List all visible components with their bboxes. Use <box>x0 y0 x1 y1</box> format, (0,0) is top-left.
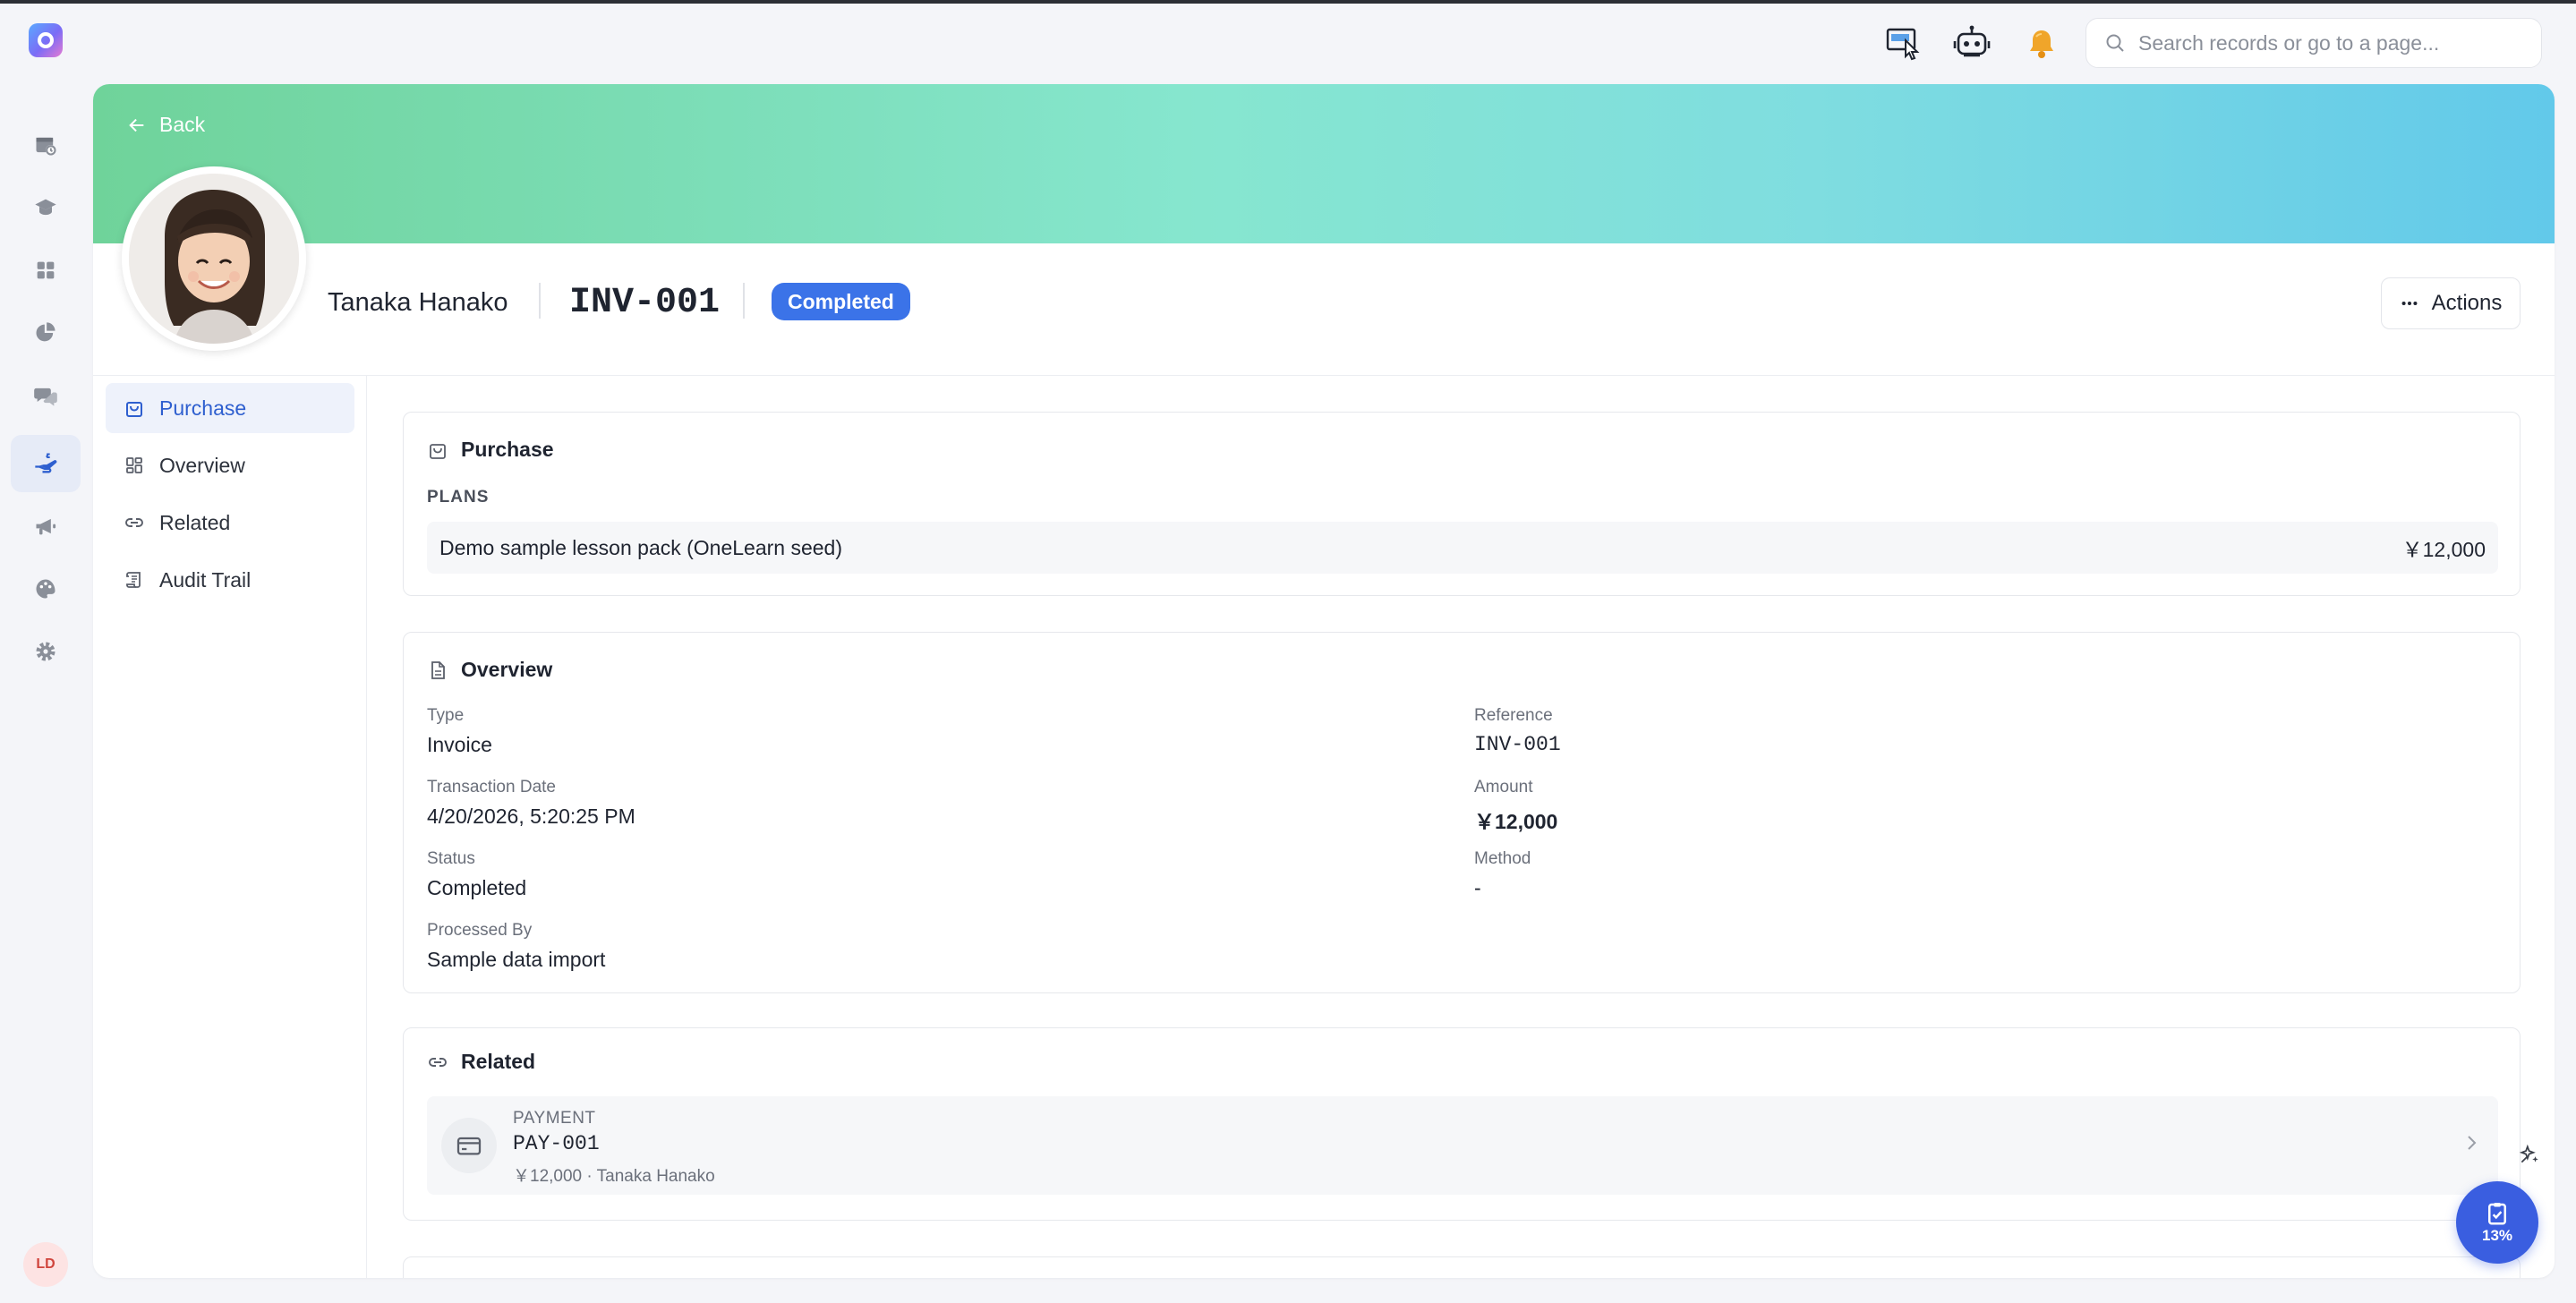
rail-settings[interactable] <box>11 623 81 680</box>
nav-item-overview[interactable]: Overview <box>106 440 354 490</box>
ai-sparkle-button[interactable] <box>2512 1137 2547 1172</box>
grid-icon <box>126 457 142 473</box>
field-processed-by: Processed By Sample data import <box>427 921 606 971</box>
field-reference: Reference INV-001 <box>1474 706 1561 756</box>
bag-icon <box>126 402 142 417</box>
field-amount: Amount ￥12,000 <box>1474 778 1558 833</box>
nav-item-label: Purchase <box>159 396 247 420</box>
record-card: Back Tanaka Hanako INV-001 Completed Act… <box>93 84 2555 1278</box>
header-bottom-divider <box>93 375 2555 376</box>
related-id: PAY-001 <box>513 1132 600 1155</box>
nav-item-label: Related <box>159 510 231 534</box>
rail-schedule[interactable] <box>11 116 81 174</box>
rail-appearance[interactable] <box>11 560 81 617</box>
section-title: Overview <box>427 658 552 682</box>
actions-button[interactable]: Actions <box>2381 277 2521 329</box>
related-subtitle: ￥12,000 · Tanaka Hanako <box>513 1167 715 1186</box>
actions-label: Actions <box>2431 291 2503 315</box>
plan-row: Demo sample lesson pack (OneLearn seed) … <box>427 522 2498 574</box>
rail-courses[interactable] <box>11 179 81 236</box>
arrow-left-icon <box>129 118 144 132</box>
link-icon <box>429 1057 447 1067</box>
section-nav: Purchase Overview Related Audit Trail <box>93 376 367 1278</box>
header-divider <box>539 283 541 319</box>
pie-chart-icon <box>36 322 55 342</box>
back-label: Back <box>159 113 206 136</box>
plan-price: ￥12,000 <box>2401 538 2486 561</box>
nav-item-audit-trail[interactable]: Audit Trail <box>106 555 354 605</box>
user-avatar[interactable]: LD <box>23 1242 68 1287</box>
clipboard-check-icon <box>2488 1203 2506 1225</box>
section-title: Purchase <box>427 438 554 462</box>
assistant-robot-button[interactable] <box>1949 21 1994 66</box>
nav-item-purchase[interactable]: Purchase <box>106 383 354 433</box>
bag-icon <box>430 443 446 459</box>
grid-icon <box>37 261 55 279</box>
invoice-reference: INV-001 <box>569 283 721 323</box>
window-top-edge <box>0 0 2576 4</box>
nav-item-label: Overview <box>159 453 245 477</box>
chat-bubbles-icon <box>34 387 57 406</box>
search-input[interactable] <box>2138 30 2532 55</box>
section-title: Related <box>427 1050 535 1074</box>
child-portrait <box>129 174 299 344</box>
chevron-right-icon <box>2468 1136 2477 1150</box>
rail-billing[interactable] <box>11 435 81 492</box>
palette-icon <box>36 579 55 599</box>
help-cursor-button[interactable] <box>1881 21 1926 66</box>
rail-dashboard[interactable] <box>11 242 81 299</box>
related-section: Related PAYMENT PAY-001 ￥12,000 · Tanaka… <box>403 1027 2521 1221</box>
back-link[interactable]: Back <box>127 113 205 137</box>
help-pointer-icon <box>1886 28 1920 61</box>
document-icon <box>431 660 445 679</box>
app-rail: LD <box>0 4 91 1303</box>
field-method: Method - <box>1474 849 1531 899</box>
related-payment-row[interactable]: PAYMENT PAY-001 ￥12,000 · Tanaka Hanako <box>427 1096 2498 1195</box>
graduation-cap-icon <box>35 199 56 216</box>
megaphone-icon <box>36 518 56 535</box>
checklist-progress-button[interactable]: 13% <box>2456 1181 2538 1264</box>
related-kind: PAYMENT <box>513 1109 596 1128</box>
rail-marketing[interactable] <box>11 498 81 555</box>
scroll-icon <box>126 572 141 588</box>
progress-label: 13% <box>2481 1227 2513 1244</box>
hand-coin-icon <box>35 453 57 473</box>
header-divider <box>743 283 745 319</box>
rail-messages[interactable] <box>11 367 81 424</box>
robot-icon <box>1953 25 1991 57</box>
gear-icon <box>36 642 55 661</box>
status-badge: Completed <box>772 283 910 320</box>
link-icon <box>125 518 143 527</box>
overview-section: Overview Type Invoice Reference INV-001 … <box>403 632 2521 993</box>
profile-banner <box>93 84 2555 243</box>
sparkle-icon <box>2519 1144 2538 1163</box>
bell-icon <box>2030 30 2053 58</box>
plans-label: PLANS <box>427 488 490 507</box>
global-search[interactable] <box>2086 18 2542 68</box>
more-horizontal-icon <box>2401 301 2418 306</box>
profile-photo <box>122 166 306 351</box>
field-type: Type Invoice <box>427 706 492 756</box>
plan-name: Demo sample lesson pack (OneLearn seed) <box>439 535 843 559</box>
next-section-stub <box>403 1256 2521 1278</box>
nav-item-label: Audit Trail <box>159 567 252 592</box>
nav-item-related[interactable]: Related <box>106 498 354 548</box>
app-logo[interactable] <box>29 23 63 57</box>
student-name: Tanaka Hanako <box>328 288 508 317</box>
rail-reports[interactable] <box>11 304 81 362</box>
search-icon <box>2106 34 2124 52</box>
field-status: Status Completed <box>427 849 527 899</box>
calendar-clock-icon <box>36 137 56 156</box>
field-transaction-date: Transaction Date 4/20/2026, 5:20:25 PM <box>427 778 635 828</box>
credit-card-icon <box>441 1118 497 1173</box>
notifications-button[interactable] <box>2019 21 2064 66</box>
purchase-section: Purchase PLANS Demo sample lesson pack (… <box>403 412 2521 596</box>
